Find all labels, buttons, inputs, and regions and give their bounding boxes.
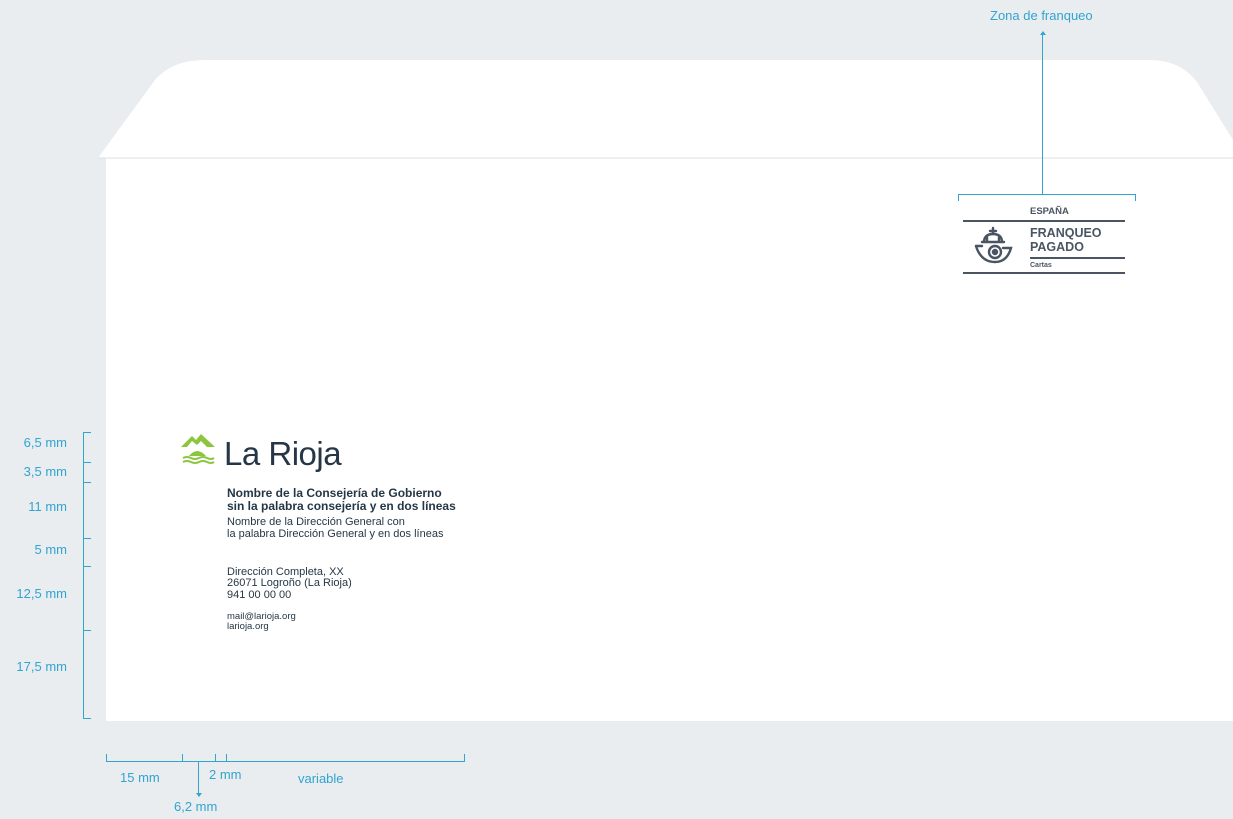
vertical-tick — [83, 538, 91, 539]
postage-zone-bracket-left — [958, 194, 959, 201]
sender-address-line2: 26071 Logroño (La Rioja) — [227, 577, 352, 589]
vertical-tick — [83, 432, 91, 433]
postage-zone-label: Zona de franqueo — [990, 8, 1093, 23]
vertical-measure-label: 6,5 mm — [23, 435, 67, 450]
horizontal-measure-left-margin: 15 mm — [120, 770, 160, 785]
postage-zone-arrow-head — [1040, 31, 1046, 35]
horizontal-tick — [182, 754, 183, 762]
stamp-bottom-rule — [963, 272, 1125, 274]
postage-zone-pointer — [1042, 34, 1043, 194]
vertical-measure-label: 3,5 mm — [23, 464, 67, 479]
sender-department-line1: Nombre de la Consejería de Gobierno — [227, 486, 442, 500]
vertical-tick — [83, 566, 91, 567]
horizontal-tick — [215, 754, 216, 762]
vertical-tick — [83, 482, 91, 483]
envelope-flap — [98, 60, 1233, 158]
postage-zone-bracket-top — [958, 194, 1136, 195]
sender-directorate-line2: la palabra Dirección General y en dos lí… — [227, 528, 444, 540]
horizontal-tick — [464, 754, 465, 762]
vertical-tick — [83, 718, 91, 719]
la-rioja-mountain-logo — [181, 434, 215, 464]
stamp-country: ESPAÑA — [1030, 206, 1069, 217]
stamp-middle-rule — [1030, 257, 1125, 259]
post-horn-crown-icon — [974, 226, 1013, 264]
stamp-line2: PAGADO — [1030, 240, 1084, 254]
horizontal-tick — [226, 754, 227, 762]
logo-offset-pointer — [198, 762, 199, 794]
logo-offset-arrow-head — [196, 793, 202, 797]
horizontal-measure-gap: 2 mm — [209, 767, 242, 782]
horizontal-measure-logo-offset: 6,2 mm — [174, 799, 218, 814]
logo-text: La Rioja — [224, 435, 342, 472]
sender-department-line2: sin la palabra consejería y en dos línea… — [227, 499, 456, 513]
stamp-top-rule — [963, 220, 1125, 222]
franqueo-pagado-stamp: ESPAÑA FRANQUEO PAGADO Cartas — [963, 206, 1125, 276]
sender-website: larioja.org — [227, 621, 269, 632]
vertical-measure-label: 5 mm — [34, 542, 68, 557]
sender-directorate-line1: Nombre de la Dirección General con — [227, 516, 405, 528]
horizontal-tick — [106, 754, 107, 762]
vertical-tick — [83, 462, 91, 463]
vertical-tick — [83, 630, 91, 631]
stamp-line1: FRANQUEO — [1030, 226, 1102, 240]
vertical-guide-line — [83, 432, 84, 719]
stamp-category: Cartas — [1030, 262, 1052, 269]
envelope — [98, 60, 1233, 721]
vertical-measure-label: 17,5 mm — [16, 659, 67, 674]
horizontal-guide-line — [106, 761, 465, 762]
horizontal-measure-text-width: variable — [298, 771, 344, 786]
vertical-measure-label: 12,5 mm — [16, 586, 67, 601]
postage-zone-bracket-right — [1135, 194, 1136, 201]
sender-phone: 941 00 00 00 — [227, 589, 292, 601]
vertical-measure-label: 11 mm — [28, 499, 67, 514]
